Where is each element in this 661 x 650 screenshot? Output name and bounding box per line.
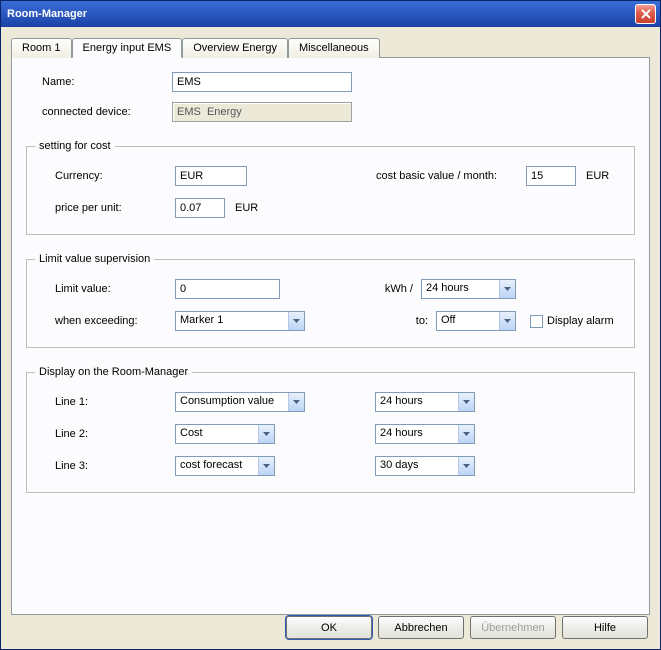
kwh-per-label: kWh / — [371, 283, 421, 295]
line3-right-select[interactable]: 30 days — [375, 456, 475, 476]
group-limit-supervision: Limit value supervision Limit value: kWh… — [26, 253, 635, 348]
chevron-down-icon — [458, 425, 474, 443]
name-label: Name: — [22, 76, 172, 88]
chevron-down-icon — [288, 312, 304, 330]
line2-label: Line 2: — [35, 428, 175, 440]
chevron-down-icon — [499, 312, 515, 330]
group-limit-legend: Limit value supervision — [35, 253, 154, 265]
line1-left-value: Consumption value — [176, 393, 288, 411]
currency-input[interactable] — [175, 166, 247, 186]
name-input[interactable] — [172, 72, 352, 92]
when-exceeding-value: Marker 1 — [176, 312, 288, 330]
kwh-period-select[interactable]: 24 hours — [421, 279, 516, 299]
cost-basic-label: cost basic value / month: — [376, 170, 526, 182]
help-button[interactable]: Hilfe — [562, 616, 648, 639]
tab-miscellaneous[interactable]: Miscellaneous — [288, 38, 380, 58]
line1-label: Line 1: — [35, 396, 175, 408]
price-per-unit-input[interactable] — [175, 198, 225, 218]
display-alarm-checkbox[interactable]: Display alarm — [530, 315, 626, 328]
line1-right-value: 24 hours — [376, 393, 458, 411]
dialog-button-row: OK Abbrechen Übernehmen Hilfe — [286, 616, 648, 639]
ok-button[interactable]: OK — [286, 616, 372, 639]
price-per-unit-label: price per unit: — [35, 202, 175, 214]
checkbox-box — [530, 315, 543, 328]
to-value: Off — [437, 312, 499, 330]
when-exceeding-label: when exceeding: — [35, 315, 175, 327]
group-display-on-rm: Display on the Room-Manager Line 1: Cons… — [26, 366, 635, 493]
limit-value-input[interactable] — [175, 279, 280, 299]
tab-energy-input-ems[interactable]: Energy input EMS — [72, 38, 183, 58]
cancel-button[interactable]: Abbrechen — [378, 616, 464, 639]
kwh-period-value: 24 hours — [422, 280, 499, 298]
line3-left-select[interactable]: cost forecast — [175, 456, 275, 476]
line3-label: Line 3: — [35, 460, 175, 472]
line3-right-value: 30 days — [376, 457, 458, 475]
chevron-down-icon — [499, 280, 515, 298]
chevron-down-icon — [458, 393, 474, 411]
close-button[interactable] — [635, 4, 656, 24]
cost-basic-unit: EUR — [586, 170, 626, 182]
display-alarm-label: Display alarm — [547, 315, 614, 327]
to-label: to: — [386, 315, 436, 327]
tab-room1[interactable]: Room 1 — [11, 38, 72, 58]
line1-right-select[interactable]: 24 hours — [375, 392, 475, 412]
chevron-down-icon — [258, 457, 274, 475]
connected-device-label: connected device: — [22, 106, 172, 118]
group-cost-legend: setting for cost — [35, 140, 115, 152]
chevron-down-icon — [288, 393, 304, 411]
to-select[interactable]: Off — [436, 311, 516, 331]
window-title: Room-Manager — [7, 8, 635, 20]
tab-strip: Room 1 Energy input EMS Overview Energy … — [11, 37, 650, 57]
group-setting-for-cost: setting for cost Currency: cost basic va… — [26, 140, 635, 235]
line2-left-select[interactable]: Cost — [175, 424, 275, 444]
chevron-down-icon — [458, 457, 474, 475]
apply-button: Übernehmen — [470, 616, 556, 639]
price-per-unit-unit: EUR — [235, 202, 258, 214]
line2-left-value: Cost — [176, 425, 258, 443]
client-area: Room 1 Energy input EMS Overview Energy … — [1, 27, 660, 649]
close-icon — [641, 9, 651, 19]
limit-value-label: Limit value: — [35, 283, 175, 295]
tab-panel: Name: connected device: setting for cost… — [11, 57, 650, 615]
group-display-legend: Display on the Room-Manager — [35, 366, 192, 378]
line1-left-select[interactable]: Consumption value — [175, 392, 305, 412]
line3-left-value: cost forecast — [176, 457, 258, 475]
line2-right-value: 24 hours — [376, 425, 458, 443]
currency-label: Currency: — [35, 170, 175, 182]
title-bar: Room-Manager — [1, 1, 660, 27]
when-exceeding-select[interactable]: Marker 1 — [175, 311, 305, 331]
chevron-down-icon — [258, 425, 274, 443]
line2-right-select[interactable]: 24 hours — [375, 424, 475, 444]
window: Room-Manager Room 1 Energy input EMS Ove… — [0, 0, 661, 650]
tab-overview-energy[interactable]: Overview Energy — [182, 38, 288, 58]
connected-device-field — [172, 102, 352, 122]
cost-basic-input[interactable] — [526, 166, 576, 186]
